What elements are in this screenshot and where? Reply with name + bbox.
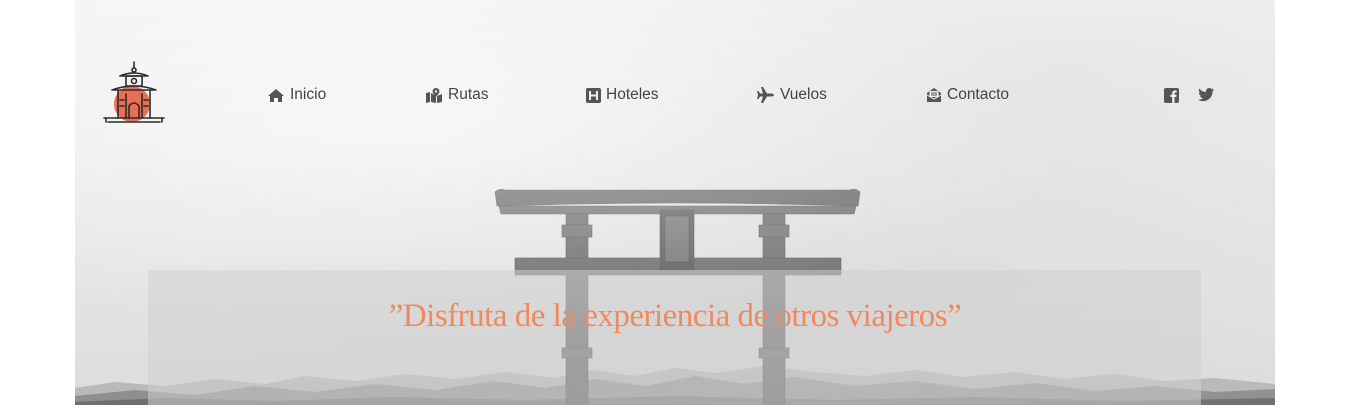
quote-panel — [148, 270, 1201, 405]
nav-item-inicio[interactable]: Inicio — [267, 85, 326, 105]
nav-label: Hoteles — [606, 86, 659, 103]
home-icon — [268, 88, 284, 102]
map-marked-icon — [426, 87, 442, 103]
facebook-link[interactable] — [1164, 86, 1179, 104]
hero-banner: Inicio Rutas Hoteles Vuelos Contacto ”Di… — [75, 0, 1275, 405]
nav-item-hoteles[interactable]: Hoteles — [586, 85, 659, 105]
nav-item-vuelos[interactable]: Vuelos — [757, 85, 827, 105]
main-nav: Inicio Rutas Hoteles Vuelos Contacto — [75, 85, 1275, 105]
nav-item-contacto[interactable]: Contacto — [926, 85, 1009, 105]
twitter-icon — [1198, 88, 1214, 102]
nav-label: Inicio — [290, 86, 327, 103]
hero-quote: ”Disfruta de la experiencia de otros via… — [388, 298, 962, 334]
nav-item-rutas[interactable]: Rutas — [425, 85, 489, 105]
nav-label: Rutas — [448, 86, 489, 103]
nav-label: Vuelos — [780, 86, 827, 103]
plane-icon — [757, 87, 774, 103]
twitter-link[interactable] — [1198, 86, 1214, 104]
envelope-open-icon — [926, 88, 942, 102]
hotel-h-icon — [586, 87, 601, 103]
nav-label: Contacto — [947, 86, 1010, 103]
facebook-square-icon — [1164, 87, 1179, 103]
